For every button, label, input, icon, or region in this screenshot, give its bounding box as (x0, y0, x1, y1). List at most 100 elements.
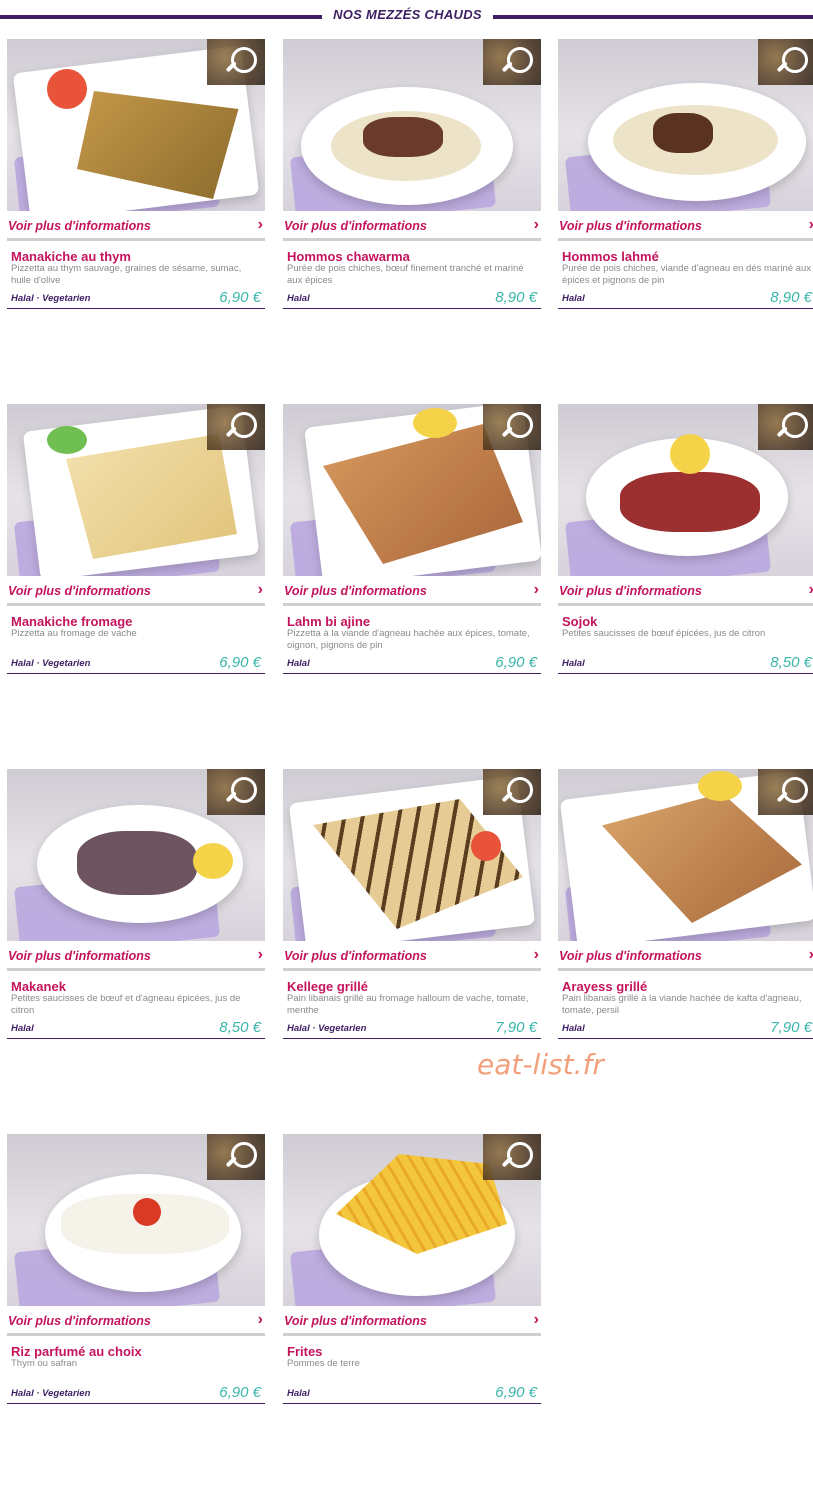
divider (558, 238, 813, 241)
header-rule-right (493, 15, 813, 19)
card-underline (7, 1038, 265, 1039)
dish-description: Purée de pois chiches, bœuf finement tra… (287, 263, 524, 286)
section-header: NOS MEZZÉS CHAUDS (0, 5, 813, 27)
dish-photo[interactable] (7, 769, 265, 941)
more-info-link[interactable]: Voir plus d'informations › (283, 947, 541, 967)
dish-name: Makanek (11, 979, 66, 994)
dish-photo[interactable] (558, 404, 813, 576)
more-info-link[interactable]: Voir plus d'informations › (558, 582, 813, 602)
more-info-label: Voir plus d'informations (8, 584, 151, 598)
zoom-icon[interactable] (225, 1140, 259, 1174)
zoom-icon[interactable] (501, 45, 535, 79)
divider (558, 968, 813, 971)
more-info-link[interactable]: Voir plus d'informations › (283, 582, 541, 602)
zoom-icon[interactable] (501, 410, 535, 444)
more-info-label: Voir plus d'informations (284, 584, 427, 598)
card-underline (283, 1403, 541, 1404)
chevron-right-icon: › (257, 581, 263, 598)
card-underline (558, 308, 813, 309)
zoom-icon[interactable] (776, 775, 810, 809)
dish-description: Pain libanais grillé à la viande hachée … (562, 993, 802, 1016)
more-info-label: Voir plus d'informations (559, 219, 702, 233)
divider (7, 238, 265, 241)
chevron-right-icon: › (257, 216, 263, 233)
card-underline (283, 673, 541, 674)
zoom-icon[interactable] (225, 775, 259, 809)
divider (558, 603, 813, 606)
chevron-right-icon: › (809, 217, 813, 233)
dish-tags: Halal · Vegetarien (287, 1023, 367, 1034)
dish-photo[interactable] (283, 404, 541, 576)
dish-description: Purée de pois chiches, viande d'agneau e… (562, 263, 811, 286)
dish-price: 8,90 € (495, 289, 537, 306)
dish-name: Frites (287, 1344, 323, 1359)
zoom-icon[interactable] (776, 410, 810, 444)
more-info-link[interactable]: Voir plus d'informations › (283, 1312, 541, 1332)
card-underline (283, 1038, 541, 1039)
dish-name: Lahm bi ajine (287, 614, 371, 629)
chevron-right-icon: › (533, 216, 539, 233)
dish-name: Hommos chawarma (287, 249, 410, 264)
chevron-right-icon: › (257, 1311, 263, 1328)
dish-description: Pizzetta au thym sauvage, graines de sés… (11, 263, 242, 286)
more-info-label: Voir plus d'informations (284, 949, 427, 963)
dish-tags: Halal (11, 1023, 34, 1034)
dish-photo[interactable] (283, 39, 541, 211)
zoom-icon[interactable] (225, 410, 259, 444)
zoom-icon[interactable] (501, 775, 535, 809)
more-info-link[interactable]: Voir plus d'informations › (558, 217, 813, 237)
zoom-icon[interactable] (225, 45, 259, 79)
dish-photo[interactable] (7, 39, 265, 211)
card-underline (558, 673, 813, 674)
dish-price: 6,90 € (219, 289, 261, 306)
dish-tags: Halal (562, 293, 585, 304)
dish-price: 7,90 € (495, 1019, 537, 1036)
dish-description: Pommes de terre (287, 1358, 360, 1369)
divider (283, 968, 541, 971)
zoom-icon[interactable] (776, 45, 810, 79)
dish-photo[interactable] (283, 1134, 541, 1306)
dish-price: 6,90 € (495, 1384, 537, 1401)
dish-name: Manakiche au thym (11, 249, 131, 264)
more-info-label: Voir plus d'informations (8, 219, 151, 233)
chevron-right-icon: › (809, 947, 813, 963)
more-info-label: Voir plus d'informations (8, 1314, 151, 1328)
divider (7, 1333, 265, 1336)
header-rule-left (0, 15, 322, 19)
dish-photo[interactable] (7, 1134, 265, 1306)
dish-price: 8,50 € (219, 1019, 261, 1036)
chevron-right-icon: › (533, 1311, 539, 1328)
dish-name: Sojok (562, 614, 598, 629)
more-info-link[interactable]: Voir plus d'informations › (7, 1312, 265, 1332)
more-info-link[interactable]: Voir plus d'informations › (283, 217, 541, 237)
dish-description: Pizzetta à la viande d'agneau hachée aux… (287, 628, 530, 651)
more-info-link[interactable]: Voir plus d'informations › (7, 582, 265, 602)
card-underline (283, 308, 541, 309)
watermark: eat-list.fr (477, 1048, 604, 1081)
card-underline (7, 673, 265, 674)
dish-photo[interactable] (558, 769, 813, 941)
dish-tags: Halal (287, 1388, 310, 1399)
dish-price: 6,90 € (495, 654, 537, 671)
chevron-right-icon: › (533, 946, 539, 963)
more-info-link[interactable]: Voir plus d'informations › (558, 947, 813, 967)
dish-tags: Halal (562, 1023, 585, 1034)
dish-description: Thym ou safran (11, 1358, 77, 1369)
card-underline (7, 1403, 265, 1404)
dish-photo[interactable] (7, 404, 265, 576)
zoom-icon[interactable] (501, 1140, 535, 1174)
dish-name: Kellege grillé (287, 979, 368, 994)
more-info-link[interactable]: Voir plus d'informations › (7, 217, 265, 237)
more-info-link[interactable]: Voir plus d'informations › (7, 947, 265, 967)
divider (7, 968, 265, 971)
divider (7, 603, 265, 606)
dish-tags: Halal (287, 658, 310, 669)
dish-name: Arayess grillé (562, 979, 648, 994)
dish-photo[interactable] (558, 39, 813, 211)
chevron-right-icon: › (809, 582, 813, 598)
dish-tags: Halal · Vegetarien (11, 293, 91, 304)
dish-name: Riz parfumé au choix (11, 1344, 142, 1359)
divider (283, 1333, 541, 1336)
dish-tags: Halal (562, 658, 585, 669)
dish-photo[interactable] (283, 769, 541, 941)
